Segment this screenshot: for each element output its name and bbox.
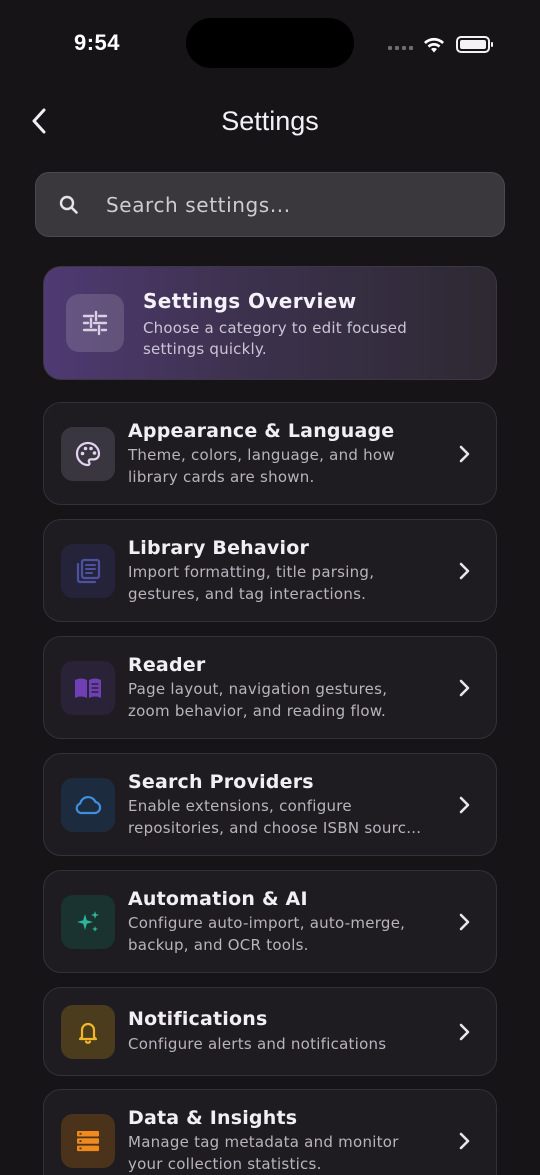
settings-screen: 9:54 Settings Search settings... Setting… xyxy=(0,0,540,1175)
battery-icon xyxy=(456,36,493,53)
cloud-icon xyxy=(61,778,115,832)
page-title: Settings xyxy=(221,106,319,136)
category-appearance-language[interactable]: Appearance & Language Theme, colors, lan… xyxy=(43,402,497,505)
sparkles-icon xyxy=(61,895,115,949)
category-notifications[interactable]: Notifications Configure alerts and notif… xyxy=(43,987,497,1076)
overview-title: Settings Overview xyxy=(143,289,357,313)
search-input[interactable] xyxy=(106,192,466,217)
category-description: Import formatting, title parsing, gestur… xyxy=(128,563,375,603)
category-description: Page layout, navigation gestures, zoom b… xyxy=(128,680,388,720)
category-search-providers[interactable]: Search Providers Enable extensions, conf… xyxy=(43,753,497,856)
chevron-right-icon xyxy=(459,679,470,697)
category-title: Appearance & Language xyxy=(128,420,395,442)
category-title: Notifications xyxy=(128,1008,268,1030)
chevron-right-icon xyxy=(459,1132,470,1150)
category-description: Enable extensions, configure repositorie… xyxy=(128,797,422,837)
chevron-right-icon xyxy=(459,445,470,463)
search-bar[interactable] xyxy=(35,172,505,237)
category-description: Configure auto-import, auto-merge, backu… xyxy=(128,914,406,954)
category-description: Manage tag metadata and monitor your col… xyxy=(128,1133,399,1173)
library-icon xyxy=(61,544,115,598)
sliders-icon xyxy=(66,294,124,352)
chevron-right-icon xyxy=(459,562,470,580)
palette-icon xyxy=(61,427,115,481)
wifi-icon xyxy=(424,37,444,53)
cellular-signal-icon xyxy=(388,46,413,50)
category-library-behavior[interactable]: Library Behavior Import formatting, titl… xyxy=(43,519,497,622)
settings-overview-card: Settings Overview Choose a category to e… xyxy=(43,266,497,380)
chevron-right-icon xyxy=(459,913,470,931)
dynamic-island xyxy=(186,18,354,68)
category-title: Library Behavior xyxy=(128,537,310,559)
category-reader[interactable]: Reader Page layout, navigation gestures,… xyxy=(43,636,497,739)
overview-subtitle: Choose a category to edit focused settin… xyxy=(143,319,407,358)
chevron-right-icon xyxy=(459,796,470,814)
category-title: Search Providers xyxy=(128,771,314,793)
status-time: 9:54 xyxy=(74,30,121,55)
database-icon xyxy=(61,1114,115,1168)
category-description: Configure alerts and notifications xyxy=(128,1035,387,1053)
category-data-insights[interactable]: Data & Insights Manage tag metadata and … xyxy=(43,1089,497,1175)
category-title: Reader xyxy=(128,654,206,676)
category-title: Data & Insights xyxy=(128,1107,298,1129)
category-automation-ai[interactable]: Automation & AI Configure auto-import, a… xyxy=(43,870,497,973)
chevron-right-icon xyxy=(459,1023,470,1041)
category-title: Automation & AI xyxy=(128,888,308,910)
category-description: Theme, colors, language, and how library… xyxy=(128,446,395,486)
book-open-icon xyxy=(61,661,115,715)
search-icon xyxy=(59,195,78,214)
bell-icon xyxy=(61,1005,115,1059)
